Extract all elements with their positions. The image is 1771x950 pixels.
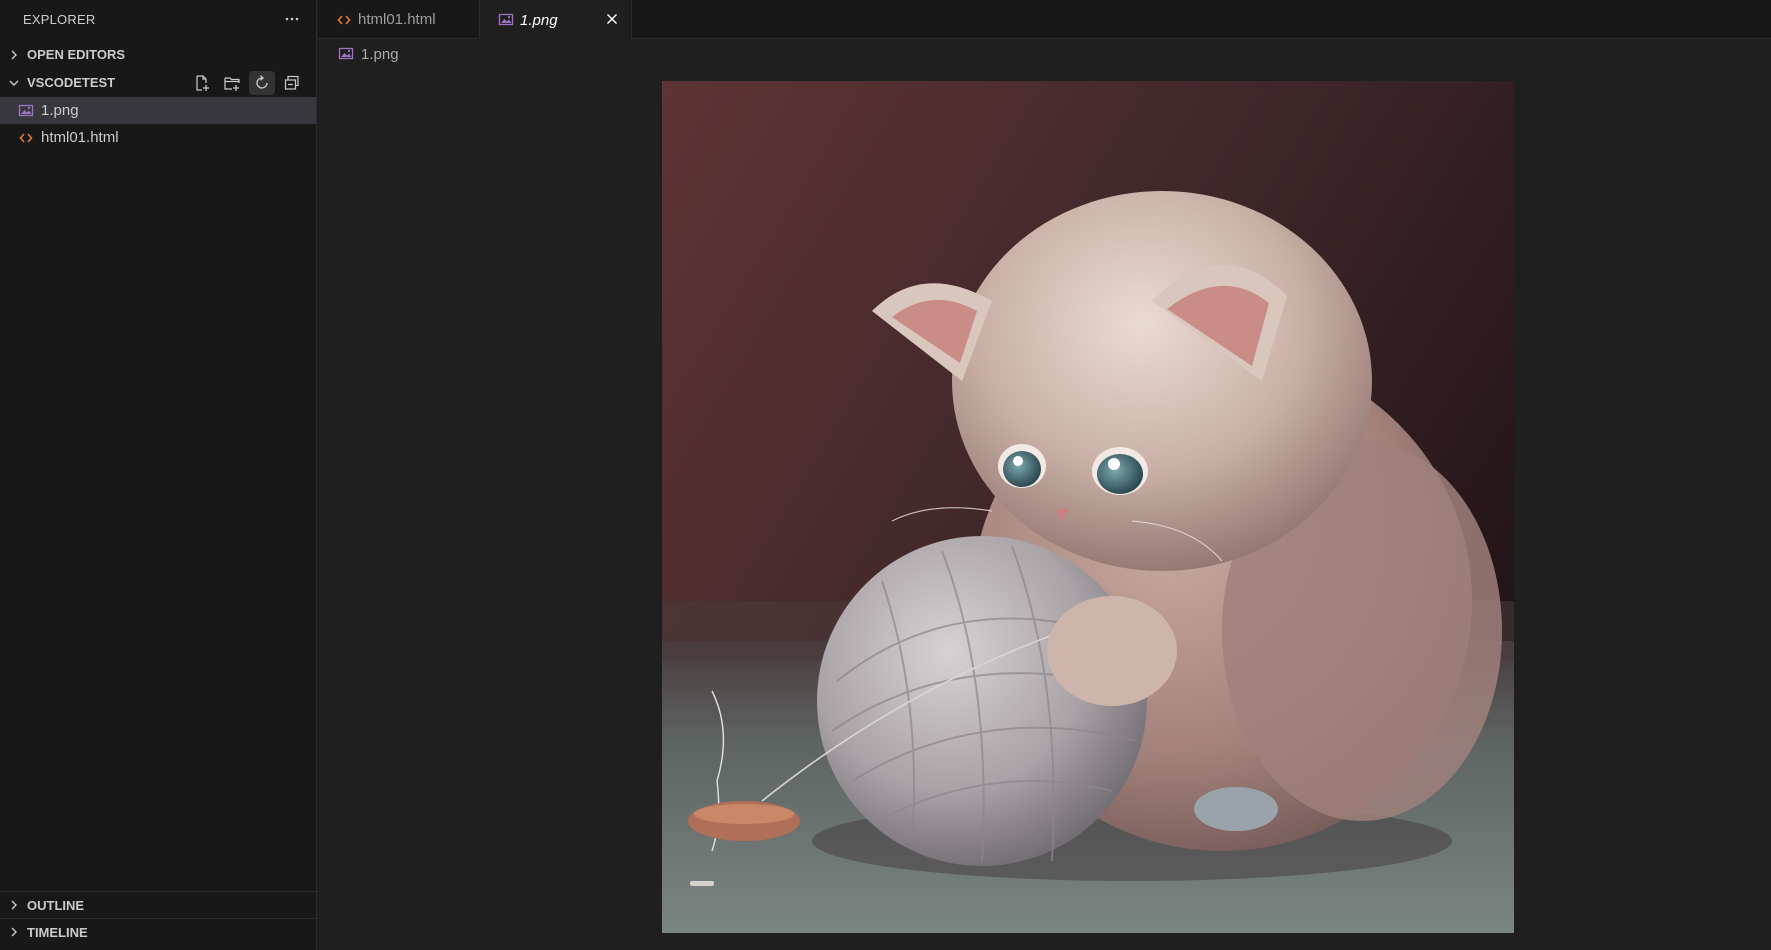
image-preview [662, 81, 1514, 933]
file-name: html01.html [41, 129, 119, 146]
chevron-right-icon [6, 897, 22, 913]
section-label: TIMELINE [27, 924, 88, 940]
file-item-1-png[interactable]: 1.png [0, 97, 316, 124]
refresh-icon[interactable] [249, 70, 275, 95]
explorer-title: EXPLORER [23, 11, 96, 27]
chevron-right-icon [6, 924, 22, 940]
section-timeline[interactable]: TIMELINE [0, 918, 317, 945]
file-name: 1.png [41, 102, 79, 119]
collapse-all-icon[interactable] [279, 71, 305, 95]
chevron-right-icon [6, 47, 22, 63]
explorer-sidebar: EXPLORER OPEN EDITORS VSCODETEST 1.png h… [0, 0, 317, 950]
new-folder-icon[interactable] [219, 71, 245, 95]
section-label: OPEN EDITORS [27, 47, 126, 62]
breadcrumb[interactable]: 1.png [338, 42, 399, 66]
breadcrumb-file: 1.png [361, 45, 399, 63]
kitten-image [662, 81, 1514, 933]
new-file-icon[interactable] [189, 71, 215, 95]
section-open-editors[interactable]: OPEN EDITORS [0, 41, 317, 68]
tab-html01-html[interactable]: html01.html [318, 0, 480, 39]
chevron-down-icon [6, 75, 22, 91]
file-item-html01-html[interactable]: html01.html [0, 124, 316, 151]
image-file-icon [18, 103, 34, 119]
explorer-header: EXPLORER [0, 0, 317, 38]
image-file-icon [498, 12, 514, 28]
html-file-icon [336, 12, 352, 28]
section-label: OUTLINE [27, 897, 85, 913]
section-outline[interactable]: OUTLINE [0, 891, 317, 918]
project-actions [189, 69, 305, 96]
close-icon[interactable] [601, 8, 623, 30]
tab-label: html01.html [358, 11, 436, 28]
tab-1-png[interactable]: 1.png [480, 0, 632, 40]
tab-label: 1.png [520, 11, 558, 29]
ellipsis-icon[interactable] [279, 7, 305, 31]
section-project[interactable]: VSCODETEST [0, 69, 317, 96]
editor-tab-bar: html01.html 1.png [318, 0, 1771, 40]
section-label: VSCODETEST [27, 75, 116, 90]
html-file-icon [18, 130, 34, 146]
image-file-icon [338, 46, 354, 62]
vscode-window: EXPLORER OPEN EDITORS VSCODETEST 1.png h… [0, 0, 1771, 950]
